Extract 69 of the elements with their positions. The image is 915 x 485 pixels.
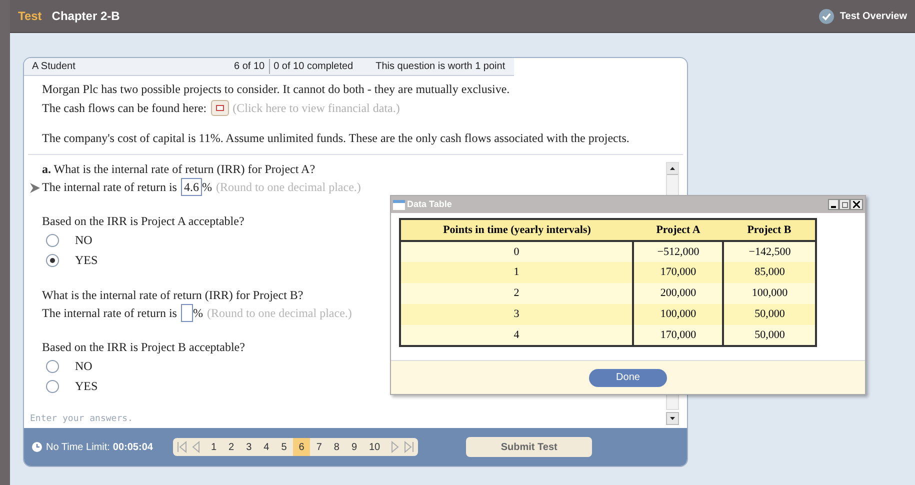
- time-limit-label: No Time Limit:: [46, 440, 110, 454]
- unit-text: %: [192, 305, 203, 322]
- table-cell: 50,000: [723, 325, 816, 346]
- intro-text: Morgan Plc has two possible projects to consider. It cannot do both - they are mutually exclusive.: [42, 81, 510, 98]
- scroll-up-icon[interactable]: [667, 163, 678, 175]
- cost-text: The company's cost of capital is 11%. Assume unlimited funds. These are the only cash flows associated with the projects.: [42, 130, 630, 147]
- point-value: This question is worth 1 point: [376, 60, 506, 74]
- table-cell: 3: [400, 304, 633, 325]
- test-overview-button[interactable]: Test Overview: [818, 8, 907, 24]
- last-page-icon[interactable]: [403, 441, 416, 453]
- radio-button[interactable]: [46, 360, 59, 372]
- unit-text: %: [202, 179, 212, 196]
- student-name: A Student: [31, 60, 76, 74]
- dialog-title: Data Table: [407, 198, 452, 211]
- hint-text: (Round to one decimal place.): [216, 179, 361, 196]
- check-icon: [818, 8, 834, 24]
- page-button[interactable]: 4: [258, 438, 276, 456]
- window-icon: [393, 200, 405, 210]
- table-cell: 2: [400, 283, 633, 304]
- table-cell: 4: [400, 325, 633, 346]
- answer-field[interactable]: 4.6: [180, 178, 202, 196]
- question-position: 6 of 10: [234, 59, 270, 74]
- column-header: Project B: [723, 219, 816, 241]
- prompt-text: The internal rate of return is: [42, 179, 177, 196]
- page-button[interactable]: 10: [363, 438, 386, 456]
- question-text: What is the internal rate of return (IRR) for Project B?: [42, 287, 304, 304]
- question-text: Based on the IRR is Project A acceptable?: [42, 213, 244, 230]
- header-title: Chapter 2-B: [52, 8, 120, 25]
- close-button[interactable]: [850, 199, 863, 210]
- page-button[interactable]: 6: [292, 438, 310, 456]
- maximize-button[interactable]: [839, 199, 850, 210]
- table-cell: 0: [400, 241, 633, 262]
- radio-button[interactable]: [46, 234, 59, 246]
- radio-button[interactable]: [46, 380, 59, 392]
- done-button[interactable]: Done: [589, 368, 667, 386]
- first-page-icon[interactable]: [176, 441, 188, 453]
- question-text: a. What is the internal rate of return (IRR) for Project A?: [42, 161, 316, 178]
- submit-test-button[interactable]: Submit Test: [466, 437, 592, 457]
- page-button[interactable]: 8: [328, 438, 346, 456]
- column-header: Points in time (yearly intervals): [400, 219, 633, 241]
- page-button[interactable]: 2: [222, 438, 240, 456]
- completed-count: 0 of 10 completed: [272, 60, 354, 74]
- header-label: Test: [18, 8, 42, 25]
- table-cell: 170,000: [633, 325, 724, 346]
- previous-page-icon[interactable]: [190, 441, 201, 453]
- page-button[interactable]: 7: [310, 438, 328, 456]
- option-label: NO: [75, 232, 92, 249]
- hint-text: (Round to one decimal place.): [206, 305, 352, 322]
- next-page-icon[interactable]: [390, 441, 400, 453]
- radio-button[interactable]: [46, 254, 59, 266]
- table-cell: 1: [400, 262, 633, 283]
- question-text: Based on the IRR is Project B acceptable?: [42, 339, 245, 356]
- data-icon[interactable]: [210, 100, 229, 116]
- prompt-text: The internal rate of return is: [42, 305, 177, 322]
- elapsed-time: 00:05:04: [112, 440, 153, 454]
- page-button[interactable]: 1: [204, 438, 222, 456]
- minimize-button[interactable]: [828, 199, 839, 210]
- option-label: NO: [75, 358, 92, 375]
- clock-icon: [32, 442, 42, 452]
- answer-field[interactable]: [180, 304, 193, 322]
- option-label: YES: [75, 378, 98, 395]
- column-header: Project A: [633, 219, 724, 241]
- status-text: Enter your answers.: [30, 412, 133, 426]
- scroll-down-icon[interactable]: [666, 412, 679, 425]
- page-button[interactable]: 9: [345, 438, 363, 456]
- page-button[interactable]: 3: [240, 438, 258, 456]
- page-button[interactable]: 5: [275, 438, 293, 456]
- option-label: YES: [75, 252, 98, 269]
- cash-flows-text: The cash flows can be found here:: [42, 100, 207, 117]
